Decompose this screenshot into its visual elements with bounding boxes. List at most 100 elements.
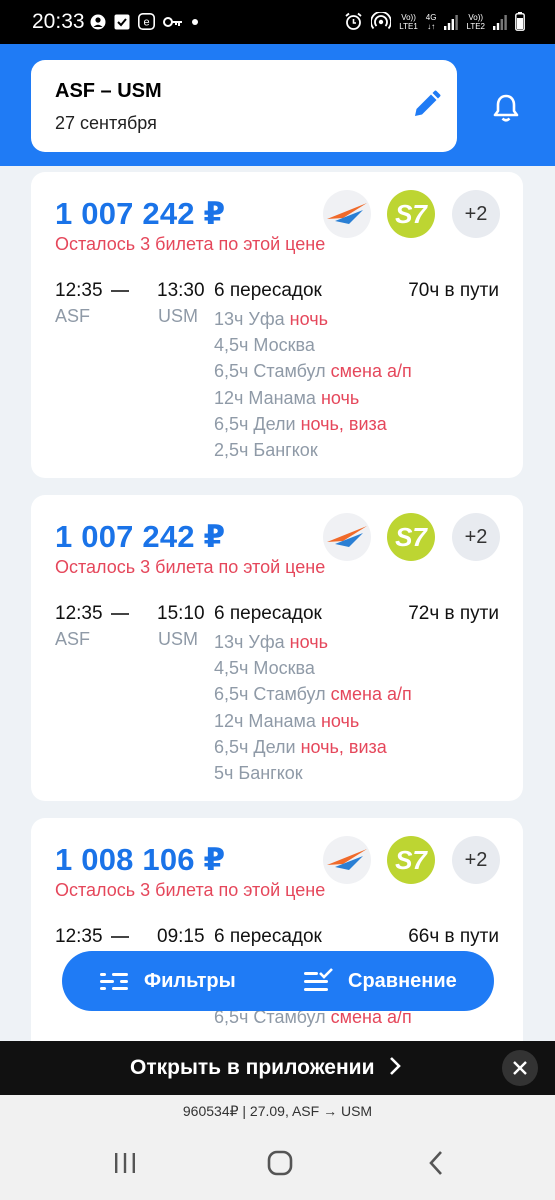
arrive-time: 13:30 (157, 280, 205, 301)
stop-item: 6,5ч Стамбул смена а/п (214, 684, 412, 705)
travel-duration: 70ч в пути (408, 280, 499, 301)
volte2-indicator: Vo)) LTE2 (466, 12, 485, 31)
stops-list: 13ч Уфа ночь 4,5ч Москва 6,5ч Стамбул см… (214, 629, 412, 786)
depart-time: 12:35 (55, 280, 103, 301)
stop-item: 13ч Уфа ночь (214, 309, 328, 329)
depart-time: 12:35 (55, 603, 103, 624)
more-airlines-badge: +2 (452, 836, 500, 884)
stop-item: 4,5ч Москва (214, 658, 315, 679)
stop-item: 12ч Манама ночь (214, 710, 360, 731)
system-nav-bar (0, 1127, 555, 1200)
stop-item: 4,5ч Москва (214, 335, 315, 356)
check-icon (114, 14, 130, 29)
close-icon (513, 1061, 527, 1075)
stop-item: 6,5ч Дели ночь, виза (214, 736, 387, 757)
travel-duration: 66ч в пути (408, 926, 499, 947)
status-time: 20:33 (32, 10, 85, 33)
more-airlines-badge: +2 (452, 190, 500, 238)
airline-logo (323, 190, 371, 238)
notification-icons: e (90, 13, 199, 30)
notifications-bell-icon[interactable] (488, 90, 524, 126)
airline-logo (323, 836, 371, 884)
compare-list-icon (304, 968, 333, 991)
ticket-price: 1 007 242 ₽ (55, 196, 226, 231)
search-summary[interactable]: ASF – USM 27 сентября (31, 60, 457, 152)
signal-icon-2 (493, 14, 507, 30)
svg-text:e: e (143, 17, 149, 29)
time-dash (110, 935, 129, 938)
ticket-card[interactable]: 1 007 242 ₽ Осталось 3 билета по этой це… (31, 172, 523, 478)
s7-logo: S7 (387, 513, 435, 561)
arrive-time: 09:15 (157, 926, 205, 947)
availability-note: Осталось 3 билета по этой цене (55, 557, 326, 577)
compare-label: Сравнение (348, 969, 457, 992)
key-icon (163, 16, 182, 27)
filters-label: Фильтры (144, 969, 236, 992)
dot-icon (192, 18, 198, 25)
stop-item: 5ч Бангкок (214, 763, 303, 784)
open-in-app-banner[interactable]: Открыть в приложении (0, 1041, 555, 1095)
volte1-indicator: Vo)) LTE1 (399, 12, 418, 31)
origin-code: ASF (55, 306, 91, 326)
network-4g-indicator: 4G ↓↑ (425, 12, 437, 31)
stops-list: 13ч Уфа ночь 4,5ч Москва 6,5ч Стамбул см… (214, 306, 412, 463)
availability-note: Осталось 3 билета по этой цене (55, 234, 326, 254)
browser-url-bar[interactable]: 960534₽ | 27.09, ASF → USM (0, 1095, 555, 1127)
recent-apps-icon[interactable] (112, 1151, 138, 1175)
open-in-app-label: Открыть в приложении (130, 1056, 402, 1080)
ticket-price: 1 008 106 ₽ (55, 842, 226, 877)
close-banner-button[interactable] (502, 1050, 538, 1086)
destination-code: USM (158, 306, 198, 326)
edit-pencil-icon[interactable] (409, 88, 443, 122)
stop-item: 12ч Манама ночь (214, 387, 360, 408)
ticket-price: 1 007 242 ₽ (55, 519, 226, 554)
depart-time: 12:35 (55, 926, 103, 947)
hotspot-icon (371, 12, 392, 30)
airline-logo (323, 513, 371, 561)
transfers-count: 6 пересадок (214, 926, 322, 947)
back-icon[interactable] (426, 1149, 446, 1177)
signal-icon-1 (444, 14, 459, 30)
search-header: ASF – USM 27 сентября (0, 44, 555, 166)
system-icons: Vo)) LTE1 4G ↓↑ Vo)) LTE2 (344, 12, 525, 31)
browser-e-icon: e (138, 13, 155, 30)
stop-item: 2,5ч Бангкок (214, 440, 318, 461)
transfers-count: 6 пересадок (214, 280, 322, 301)
arrive-time: 15:10 (157, 603, 205, 624)
flight-times: 12:35 09:15 (55, 926, 205, 948)
destination-code: USM (158, 629, 198, 649)
account-icon (90, 14, 106, 29)
battery-icon (515, 12, 525, 31)
more-airlines-badge: +2 (452, 513, 500, 561)
stop-item: 13ч Уфа ночь (214, 632, 328, 652)
airline-swoosh-icon (327, 849, 367, 870)
flight-times: 12:35 13:30 (55, 280, 205, 302)
ticket-card[interactable]: 1 008 106 ₽ Осталось 3 билета по этой це… (31, 818, 523, 1078)
time-dash (110, 612, 129, 615)
time-dash (110, 289, 129, 292)
filters-sliders-icon (100, 973, 128, 990)
airport-codes: ASF USM (55, 629, 198, 650)
airport-codes: ASF USM (55, 306, 198, 327)
route-label: ASF – USM (55, 80, 162, 102)
airline-swoosh-icon (327, 526, 367, 547)
s7-logo: S7 (387, 836, 435, 884)
airline-swoosh-icon (327, 203, 367, 224)
availability-note: Осталось 3 билета по этой цене (55, 880, 326, 900)
floating-actions: Фильтры Сравнение (62, 951, 494, 1011)
alarm-icon (345, 12, 362, 30)
chevron-right-icon (390, 1057, 402, 1075)
flight-times: 12:35 15:10 (55, 603, 205, 625)
travel-duration: 72ч в пути (408, 603, 499, 624)
filters-button[interactable]: Фильтры (98, 951, 236, 1011)
ticket-card[interactable]: 1 007 242 ₽ Осталось 3 билета по этой це… (31, 495, 523, 801)
origin-code: ASF (55, 629, 91, 649)
date-label: 27 сентября (55, 113, 157, 133)
stop-item: 6,5ч Стамбул смена а/п (214, 361, 412, 382)
transfers-count: 6 пересадок (214, 603, 322, 624)
status-bar: 20:33 e Vo)) LTE1 4G ↓↑ Vo)) LTE2 (0, 0, 555, 44)
compare-button[interactable]: Сравнение (302, 951, 457, 1011)
home-icon[interactable] (266, 1149, 294, 1177)
s7-logo: S7 (387, 190, 435, 238)
stop-item: 6,5ч Дели ночь, виза (214, 413, 387, 434)
